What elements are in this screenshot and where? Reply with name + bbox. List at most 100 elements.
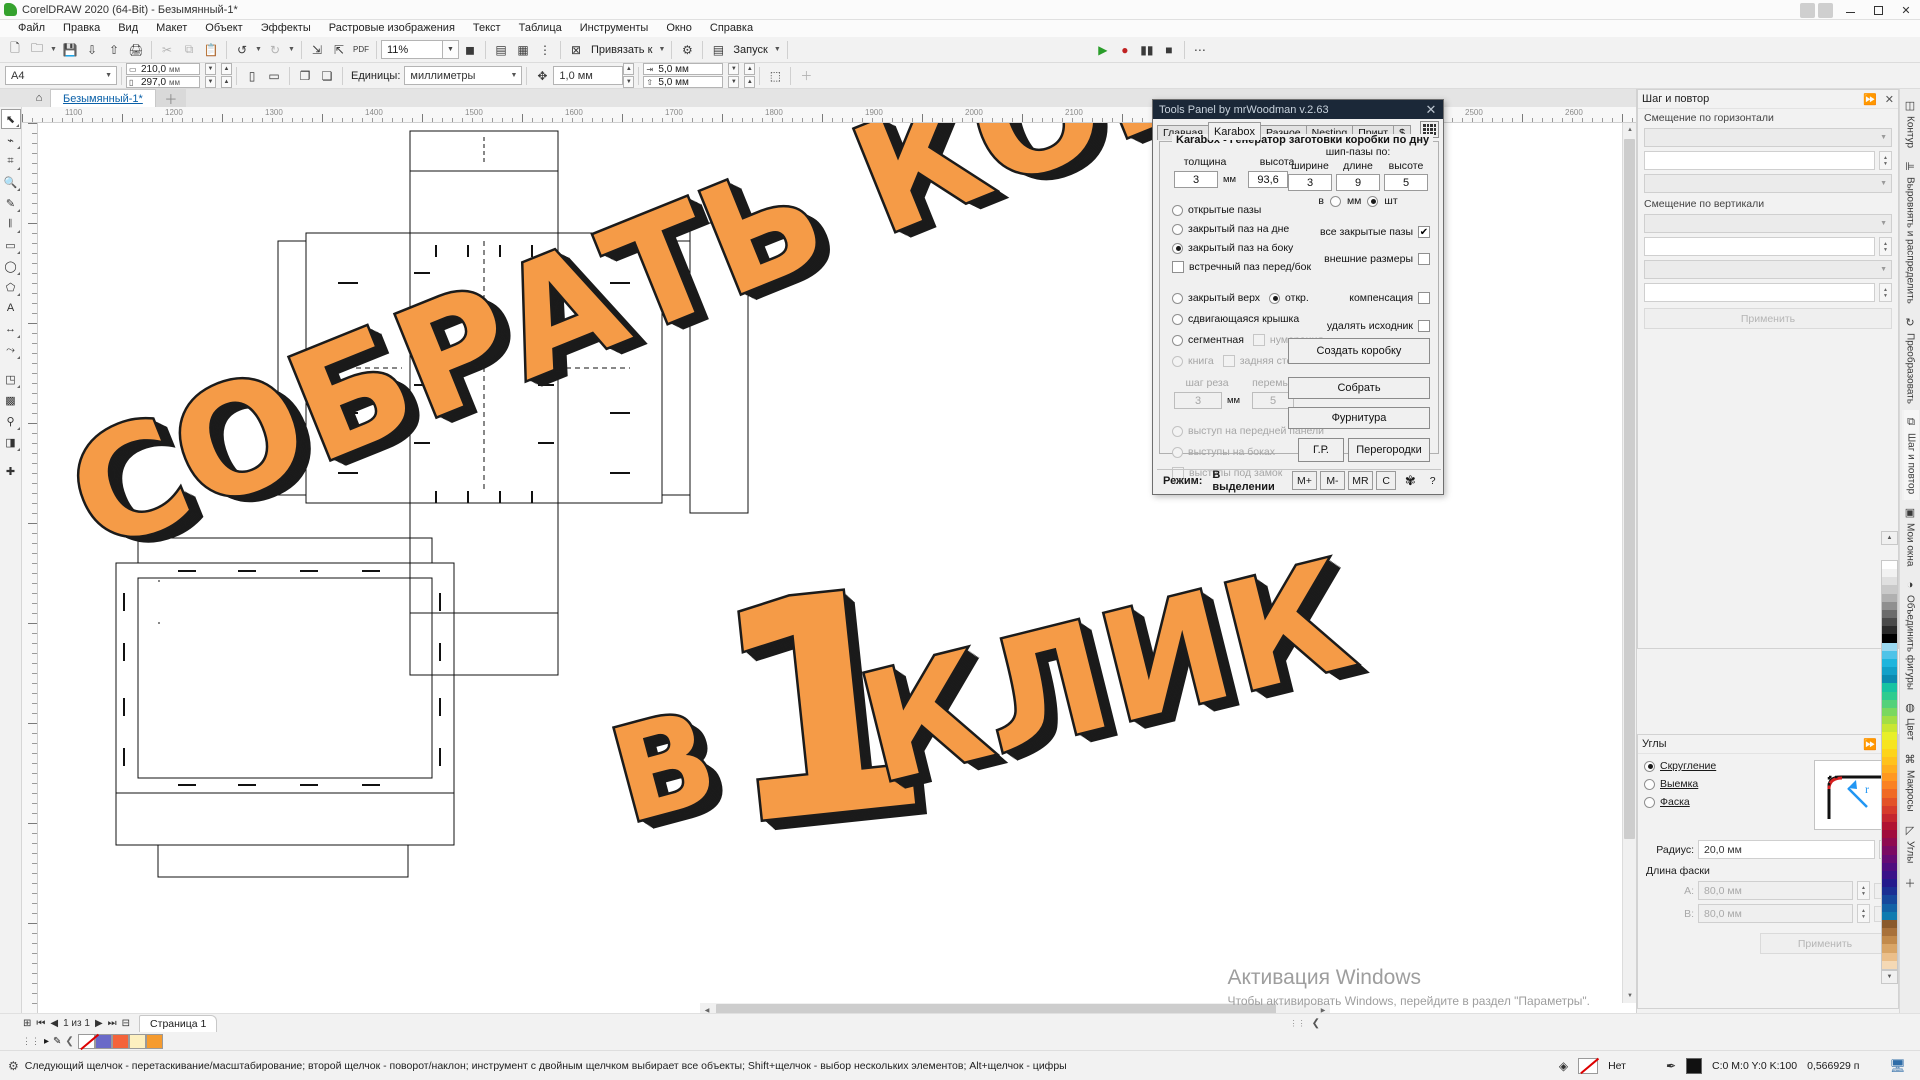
vertical-ruler[interactable] [22, 123, 38, 1017]
scroll-down-icon[interactable]: ▼ [1623, 989, 1637, 1003]
palette-swatch[interactable] [1882, 789, 1897, 798]
home-icon[interactable]: ⌂ [28, 89, 50, 107]
tool-freehand[interactable]: ✎ [1, 193, 21, 213]
color-swatch-4[interactable] [145, 1033, 163, 1049]
create-box-button[interactable]: Создать коробку [1288, 338, 1430, 364]
new-document-icon[interactable]: 🗋 [4, 39, 26, 61]
docker-collapse-icon[interactable]: ⏩ [1863, 738, 1877, 751]
palette-scroll-up[interactable]: ▲ [1881, 531, 1898, 545]
palette-swatch[interactable] [1882, 879, 1897, 888]
tool-shape[interactable]: ⌁ [1, 130, 21, 150]
memory-plus-button[interactable]: M+ [1291, 471, 1317, 490]
duplicate-y-input[interactable]: ⇧ 5,0 мм [643, 76, 724, 88]
new-tab-button[interactable]: ＋ [155, 89, 186, 107]
palette-swatch[interactable] [1882, 724, 1897, 733]
outline-color-swatch[interactable] [1686, 1058, 1703, 1074]
menu-file[interactable]: Файл [9, 20, 54, 37]
palette-swatch[interactable] [1882, 683, 1897, 692]
notifications-icon[interactable] [1818, 2, 1833, 18]
print-icon[interactable]: 🖨 [125, 39, 147, 61]
tab-karabox[interactable]: Karabox [1207, 122, 1261, 140]
tool-rectangle[interactable]: ▭ [1, 235, 21, 255]
palette-swatch[interactable] [1882, 805, 1897, 814]
palette-swatch[interactable] [1882, 870, 1897, 880]
sidetab-transform[interactable]: ↻ Преобразовать [1903, 310, 1918, 410]
show-grid-icon[interactable]: ▦ [512, 39, 534, 61]
option-compensation[interactable]: компенсация [1290, 292, 1430, 304]
horizontal-offset-mode-combo[interactable]: ▼ [1644, 128, 1892, 147]
page-height-spin-down[interactable]: ▼ [205, 76, 216, 88]
units-combo[interactable]: миллиметры ▼ [404, 66, 523, 85]
palette-swatch[interactable] [1882, 813, 1897, 822]
macro-stop-icon[interactable]: ■ [1158, 39, 1180, 61]
palette-swatch[interactable] [1882, 830, 1897, 839]
tool-drop-shadow[interactable]: ◳ [1, 369, 21, 389]
palette-swatch[interactable] [1882, 577, 1897, 586]
colorbar-prev-icon[interactable]: ❮ [65, 1036, 73, 1047]
tool-artistic-media[interactable]: 𝄃 [1, 214, 21, 234]
menu-table[interactable]: Таблица [510, 20, 571, 37]
import-icon[interactable]: ⇲ [306, 39, 328, 61]
hardware-button[interactable]: Фурнитура [1288, 407, 1430, 429]
tool-connector[interactable]: ⤳ [1, 340, 21, 360]
docker-collapse-icon[interactable]: ⏩ [1863, 93, 1877, 106]
all-pages-icon[interactable]: ❐ [294, 65, 316, 87]
palette-swatch[interactable] [1882, 609, 1897, 619]
cloud-upload-icon[interactable]: ⇧ [103, 39, 125, 61]
palette-swatch[interactable] [1882, 585, 1897, 594]
vertical-distance-spinner[interactable]: ▲ ▼ [1879, 237, 1892, 256]
tool-interactive-fill[interactable]: ◨ [1, 432, 21, 452]
menu-edit[interactable]: Правка [54, 20, 109, 37]
next-page-icon[interactable]: ▶ [94, 1018, 104, 1029]
chamfer-a-spinner[interactable]: ▲ ▼ [1857, 881, 1870, 900]
tool-smart-fill[interactable]: ✚ [1, 461, 21, 481]
redo-dropdown-icon[interactable]: ▼ [286, 39, 297, 61]
duplicate-y-spin-down[interactable]: ▼ [728, 76, 740, 88]
options-gear-icon[interactable]: ⚙ [676, 39, 698, 61]
chamfer-b-input[interactable]: 80,0 мм [1698, 904, 1853, 923]
cloud-download-icon[interactable]: ⇩ [81, 39, 103, 61]
memory-clear-button[interactable]: C [1375, 471, 1397, 490]
fill-none-swatch[interactable] [1578, 1058, 1599, 1074]
color-swatch-2[interactable] [111, 1033, 129, 1049]
menu-effects[interactable]: Эффекты [252, 20, 320, 37]
option-open-slots[interactable]: открытые пазы [1172, 204, 1332, 216]
page-tab-scroll-left[interactable]: ❮ [1312, 1018, 1320, 1029]
tenon-width-input[interactable]: 3 [1288, 174, 1332, 191]
palette-swatch[interactable] [1882, 601, 1897, 610]
undo-icon[interactable]: ↺ [231, 39, 253, 61]
menu-text[interactable]: Текст [464, 20, 510, 37]
vertical-direction-combo[interactable]: ▼ [1644, 260, 1892, 279]
menu-view[interactable]: Вид [109, 20, 147, 37]
palette-scroll-down[interactable]: ▼ [1881, 970, 1898, 984]
save-icon[interactable]: 💾 [59, 39, 81, 61]
menu-bitmaps[interactable]: Растровые изображения [320, 20, 464, 37]
macro-play-icon[interactable]: ▶ [1092, 39, 1114, 61]
unit-pcs-radio[interactable] [1367, 195, 1379, 207]
edit-page-border-icon[interactable]: ⬚ [764, 65, 786, 87]
tool-parallel-dimension[interactable]: ↔ [1, 319, 21, 339]
document-tab[interactable]: Безымянный-1* [50, 89, 156, 107]
page-size-combo[interactable]: A4 ▼ [5, 66, 117, 85]
add-page-icon[interactable]: ⊞ [22, 1018, 32, 1029]
corner-scallop-option[interactable]: Выемка [1644, 778, 1806, 790]
page-height-input[interactable]: ▯ 297,0 мм [126, 76, 200, 88]
corners-apply-button[interactable]: Применить [1760, 933, 1890, 954]
macro-more-icon[interactable]: ⋯ [1189, 39, 1211, 61]
tool-transparency[interactable]: ▩ [1, 390, 21, 410]
palette-swatch[interactable] [1882, 781, 1897, 790]
palette-swatch[interactable] [1882, 838, 1897, 847]
palette-swatch[interactable] [1882, 919, 1897, 929]
option-outer-dimensions[interactable]: внешние размеры [1290, 253, 1430, 265]
palette-swatch[interactable] [1882, 650, 1897, 659]
run-dropdown-icon[interactable]: ▼ [772, 39, 783, 61]
palette-swatch[interactable] [1882, 715, 1897, 725]
menu-object[interactable]: Объект [196, 20, 251, 37]
horizontal-direction-combo[interactable]: ▼ [1644, 174, 1892, 193]
palette-swatch[interactable] [1882, 756, 1897, 765]
palette-swatch[interactable] [1882, 854, 1897, 863]
help-button[interactable]: ? [1424, 471, 1441, 490]
tools-panel-close-button[interactable]: ✕ [1419, 100, 1443, 119]
palette-swatch[interactable] [1882, 895, 1897, 904]
status-gear-icon[interactable]: ⚙ [8, 1059, 19, 1073]
